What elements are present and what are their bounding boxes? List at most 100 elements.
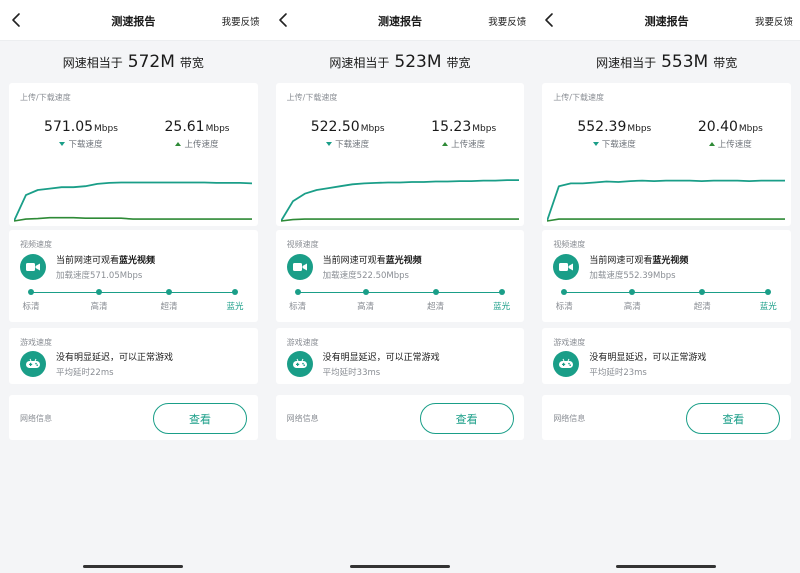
- home-indicator: [349, 565, 450, 568]
- upload-triangle-icon: [442, 142, 449, 146]
- game-status-text: 没有明显延迟，可以正常游戏: [322, 353, 440, 363]
- download-label: 下载速度: [68, 140, 103, 150]
- network-info-card: 网络信息 查看: [275, 395, 525, 440]
- game-speed-card: 游戏速度 没有明显延迟，可以正常游戏 平均延时23ms: [542, 328, 791, 384]
- upload-value: 15.23: [431, 119, 472, 135]
- download-value: 571.05: [44, 119, 94, 135]
- game-latency: 平均延时23ms: [589, 368, 647, 378]
- video-main-prefix: 当前网速可观看: [322, 256, 386, 266]
- video-section-label: 视频速度: [553, 240, 586, 249]
- video-quality-text: 当前网速可观看蓝光视频: [323, 253, 422, 266]
- video-camera-icon: [286, 254, 313, 280]
- upload-curve: [280, 218, 519, 222]
- video-speed-card: 视频速度 当前网速可观看蓝光视频 加载速度571.05Mbps 标清 高清 超清 蓝光: [9, 230, 258, 322]
- game-info: 没有明显延迟，可以正常游戏 平均延时33ms: [286, 350, 440, 378]
- quality-track: [564, 292, 769, 293]
- quality-level-label: 高清: [90, 302, 108, 312]
- video-load-speed: 加载速度571.05Mbps: [56, 271, 143, 281]
- quality-level-label: 标清: [289, 302, 307, 312]
- speed-card: 上传/下载速度 552.39Mbps 下载速度 20.40Mbps 上传速度: [542, 83, 791, 226]
- download-triangle-icon: [592, 142, 599, 146]
- feedback-link[interactable]: 我要反馈: [488, 14, 526, 28]
- upload-triangle-icon: [175, 142, 182, 146]
- speed-graph: [14, 181, 252, 222]
- speed-card: 上传/下载速度 522.50Mbps 下载速度 15.23Mbps 上传速度: [275, 83, 525, 226]
- video-speed-card: 视频速度 当前网速可观看蓝光视频 加载速度552.39Mbps 标清 高清 超清 蓝光: [542, 230, 791, 322]
- download-speed: 522.50Mbps 下载速度: [298, 116, 398, 150]
- quality-dot: [765, 289, 772, 295]
- speed-report-screen: 测速报告 我要反馈 网速相当于 553M 带宽 上传/下载速度 552.39Mb…: [533, 0, 800, 573]
- summary-suffix: 带宽: [446, 55, 471, 70]
- video-load-speed: 加载速度552.39Mbps: [589, 271, 676, 281]
- quality-level-label: 蓝光: [226, 302, 244, 312]
- video-info: 当前网速可观看蓝光视频 加载速度552.39Mbps: [553, 253, 688, 281]
- video-camera-icon: [553, 254, 580, 280]
- quality-level-label: 超清: [693, 302, 711, 312]
- bandwidth-summary: 网速相当于 553M 带宽: [533, 41, 800, 83]
- download-value: 552.39: [577, 119, 627, 135]
- video-main-prefix: 当前网速可观看: [589, 256, 653, 266]
- view-button[interactable]: 查看: [419, 403, 514, 434]
- quality-dot: [28, 289, 34, 295]
- video-main-highlight: 蓝光视频: [385, 256, 422, 266]
- network-info-label: 网络信息: [286, 414, 319, 423]
- game-status-text: 没有明显延迟，可以正常游戏: [589, 353, 707, 363]
- bandwidth-value: 553M: [661, 52, 709, 72]
- video-quality-scale: 标清 高清 超清 蓝光: [542, 288, 790, 318]
- upload-speed: 15.23Mbps 上传速度: [414, 116, 514, 150]
- quality-dot: [294, 289, 301, 295]
- feedback-link[interactable]: 我要反馈: [222, 14, 260, 28]
- speed-graph: [547, 179, 786, 222]
- network-info-label: 网络信息: [553, 414, 586, 423]
- network-info-card: 网络信息 查看: [9, 395, 258, 440]
- video-main-highlight: 蓝光视频: [652, 256, 689, 266]
- game-section-label: 游戏速度: [20, 338, 52, 347]
- quality-level-label: 超清: [160, 302, 178, 312]
- download-speed: 571.05Mbps 下载速度: [31, 116, 131, 150]
- video-main-highlight: 蓝光视频: [119, 256, 156, 266]
- top-nav-bar: 测速报告 我要反馈: [266, 0, 534, 41]
- upload-label: 上传速度: [717, 140, 752, 150]
- download-curve: [14, 181, 252, 222]
- game-info: 没有明显延迟，可以正常游戏 平均延时23ms: [553, 350, 706, 378]
- game-speed-card: 游戏速度 没有明显延迟，可以正常游戏 平均延时33ms: [275, 328, 525, 384]
- quality-level-label: 高清: [623, 302, 641, 312]
- download-curve: [280, 179, 519, 222]
- download-unit: Mbps: [94, 124, 118, 134]
- summary-suffix: 带宽: [179, 55, 204, 70]
- speed-report-screen: 测速报告 我要反馈 网速相当于 523M 带宽 上传/下载速度 522.50Mb…: [266, 0, 534, 573]
- top-nav-bar: 测速报告 我要反馈: [533, 0, 800, 41]
- quality-level-label: 超清: [427, 302, 445, 312]
- feedback-link[interactable]: 我要反馈: [755, 14, 793, 28]
- quality-dot: [232, 289, 238, 295]
- upload-label: 上传速度: [184, 140, 219, 150]
- quality-dot: [561, 289, 568, 295]
- view-button[interactable]: 查看: [686, 403, 781, 434]
- upload-unit: Mbps: [472, 124, 497, 134]
- upload-curve: [547, 218, 786, 222]
- quality-level-label: 蓝光: [759, 302, 777, 312]
- quality-level-label: 标清: [22, 302, 40, 312]
- download-unit: Mbps: [627, 124, 652, 134]
- download-speed: 552.39Mbps 下载速度: [564, 116, 664, 150]
- quality-level-label: 蓝光: [493, 302, 511, 312]
- summary-prefix: 网速相当于: [596, 55, 657, 70]
- speed-card: 上传/下载速度 571.05Mbps 下载速度 25.61Mbps 上传速度: [9, 83, 258, 226]
- summary-suffix: 带宽: [713, 55, 738, 70]
- game-section-label: 游戏速度: [553, 338, 586, 347]
- bandwidth-summary: 网速相当于 572M 带宽: [0, 41, 267, 83]
- video-speed-card: 视频速度 当前网速可观看蓝光视频 加载速度522.50Mbps 标清 高清 超清 蓝光: [275, 230, 525, 322]
- speed-section-label: 上传/下载速度: [286, 93, 338, 102]
- game-latency: 平均延时33ms: [322, 368, 381, 378]
- video-quality-text: 当前网速可观看蓝光视频: [589, 253, 688, 266]
- summary-prefix: 网速相当于: [62, 55, 123, 70]
- upload-label: 上传速度: [451, 140, 486, 150]
- download-label: 下载速度: [335, 140, 370, 150]
- view-button[interactable]: 查看: [153, 403, 247, 434]
- upload-curve: [14, 216, 252, 222]
- quality-level-label: 标清: [555, 302, 573, 312]
- home-indicator: [83, 565, 183, 568]
- game-section-label: 游戏速度: [286, 338, 319, 347]
- upload-unit: Mbps: [738, 124, 763, 134]
- download-triangle-icon: [59, 142, 66, 146]
